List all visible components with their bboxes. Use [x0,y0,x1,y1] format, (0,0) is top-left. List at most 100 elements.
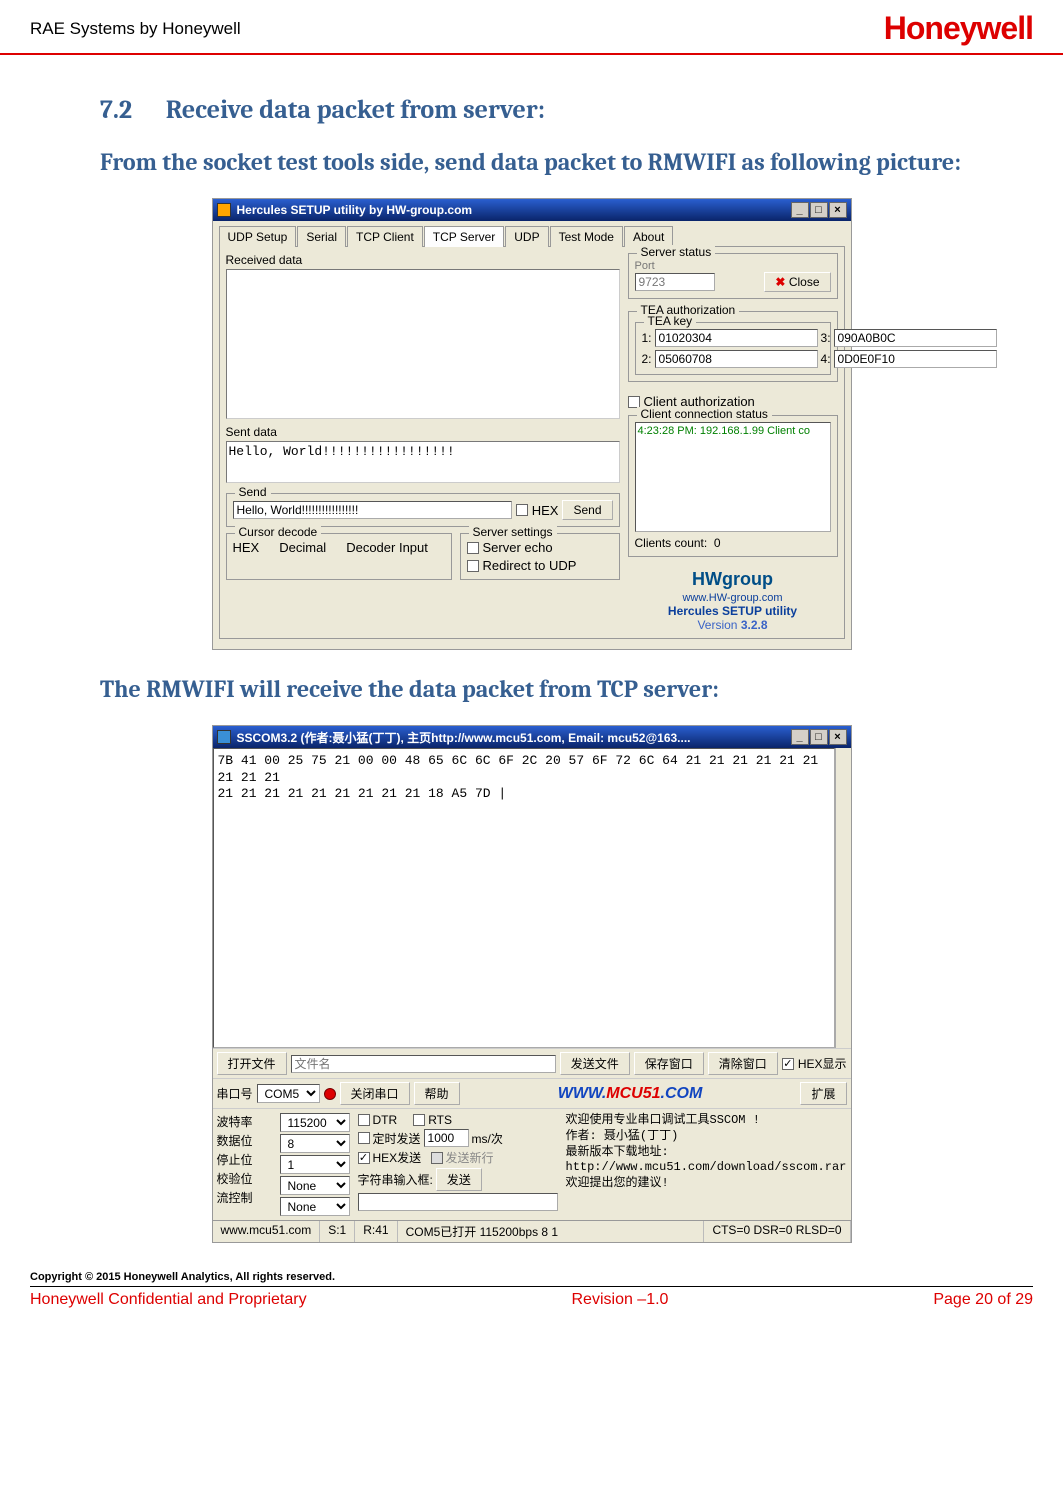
sscom-scrollbar[interactable] [835,748,851,1048]
clear-window-button[interactable]: 清除窗口 [708,1052,778,1075]
close-button[interactable]: × [829,202,847,218]
hercules-tabs: UDP Setup Serial TCP Client TCP Server U… [219,225,845,246]
interval-unit: ms/次 [472,1130,503,1147]
section-title: Receive data packet from server: [166,95,545,125]
send-file-button[interactable]: 发送文件 [560,1052,630,1075]
hercules-titlebar: Hercules SETUP utility by HW-group.com _… [213,199,851,221]
sscom-help-text: 欢迎使用专业串口调试工具SSCOM ! 作者: 聂小猛(丁丁) 最新版本下载地址… [566,1113,847,1216]
status-url: www.mcu51.com [213,1221,321,1242]
tea-k1-input[interactable] [655,329,818,347]
client-list[interactable]: 4:23:28 PM: 192.168.1.99 Client co [635,422,831,532]
sscom-terminal[interactable]: 7B 41 00 25 75 21 00 00 48 65 6C 6C 6F 2… [213,748,835,1048]
maximize-button[interactable]: □ [810,202,828,218]
send2-button[interactable]: 发送 [436,1168,482,1191]
minimize-button[interactable]: _ [791,729,809,745]
sscom-statusbar: www.mcu51.com S:1 R:41 COM5已打开 115200bps… [213,1220,851,1242]
honeywell-logo: Honeywell [884,10,1033,47]
close-button[interactable]: × [829,729,847,745]
file-name-input[interactable] [291,1055,556,1073]
parity-select[interactable]: None [280,1176,350,1195]
dtr-label: DTR [373,1113,398,1127]
mcu-com: .COM [661,1085,703,1102]
status-cts: CTS=0 DSR=0 RLSD=0 [704,1221,850,1242]
tab-about[interactable]: About [624,226,673,247]
hex-send-checkbox[interactable]: ✓ [358,1152,370,1164]
send-newline-label: 发送新行 [446,1149,494,1166]
port-input[interactable] [635,273,715,291]
tab-udp[interactable]: UDP [505,226,548,247]
version-value: 3.2.8 [741,618,768,632]
send-input[interactable] [233,501,512,519]
hercules-util-label: Hercules SETUP utility [628,604,838,618]
cursor-decoder: Decoder Input [346,540,428,555]
sscom-app-icon [217,730,231,744]
page-header: RAE Systems by Honeywell Honeywell [0,0,1063,55]
timed-label: 定时发送 [373,1130,421,1147]
minimize-button[interactable]: _ [791,202,809,218]
clients-count: 0 [714,536,721,550]
dtr-checkbox[interactable] [358,1114,370,1126]
tab-tcp-client[interactable]: TCP Client [347,226,423,247]
maximize-button[interactable]: □ [810,729,828,745]
page-footer: Copyright © 2015 Honeywell Analytics, Al… [0,1271,1063,1319]
send-newline-checkbox[interactable] [431,1152,443,1164]
group-text: group [722,569,773,589]
hercules-app-icon [217,203,231,217]
footer-right: Page 20 of 29 [933,1291,1033,1309]
client-auth-checkbox[interactable] [628,396,640,408]
send-button[interactable]: Send [562,500,612,520]
send-group-label: Send [235,485,271,499]
sent-data-area[interactable]: Hello, World!!!!!!!!!!!!!!!!! [226,441,620,483]
input-label: 字符串输入框: [358,1171,433,1188]
close-port-button[interactable]: 关闭串口 [340,1082,410,1105]
parity-label: 校验位 [217,1170,253,1187]
footer-center: Revision –1.0 [572,1291,669,1309]
tea-k2-input[interactable] [655,350,818,368]
port-label: Port [635,260,831,272]
open-file-button[interactable]: 打开文件 [217,1052,287,1075]
baud-select[interactable]: 115200 [280,1113,350,1132]
tea-k3-input[interactable] [834,329,997,347]
received-data-area[interactable] [226,269,620,419]
stop-select[interactable]: 1 [280,1155,350,1174]
string-input[interactable] [358,1193,558,1211]
hex-checkbox[interactable] [516,504,528,516]
close-icon: ✖ [775,275,785,289]
hex-show-checkbox[interactable]: ✓ [782,1058,794,1070]
com-select[interactable]: COM5 [257,1084,320,1103]
timed-checkbox[interactable] [358,1132,370,1144]
rts-checkbox[interactable] [413,1114,425,1126]
redirect-udp-checkbox[interactable] [467,560,479,572]
redirect-udp-label: Redirect to UDP [483,558,577,573]
tab-udp-setup[interactable]: UDP Setup [219,226,297,247]
version-label: Version [697,618,737,632]
close-server-button[interactable]: ✖ Close [764,272,830,292]
status-s: S:1 [320,1221,355,1242]
extend-button[interactable]: 扩展 [800,1082,846,1105]
tab-tcp-server[interactable]: TCP Server [424,226,504,247]
tab-test-mode[interactable]: Test Mode [550,226,623,247]
data-select[interactable]: 8 [280,1134,350,1153]
cursor-decimal: Decimal [279,540,326,555]
sscom-titlebar: SSCOM3.2 (作者:聂小猛(丁丁), 主页http://www.mcu51… [213,726,851,748]
interval-input[interactable] [424,1129,469,1147]
data-label: 数据位 [217,1132,253,1149]
stop-label: 停止位 [217,1151,253,1168]
tea-k4-input[interactable] [834,350,997,368]
clients-count-label: Clients count: [635,536,708,550]
com-label: 串口号 [217,1085,253,1102]
client-conn-label: Client connection status [637,407,772,421]
hw-url[interactable]: www.HW-group.com [682,592,782,604]
port-status-icon [324,1088,336,1100]
help-button[interactable]: 帮助 [414,1082,460,1105]
server-status-label: Server status [637,245,716,259]
save-window-button[interactable]: 保存窗口 [634,1052,704,1075]
tab-serial[interactable]: Serial [297,226,346,247]
flow-select[interactable]: None [280,1197,350,1216]
mcu-mcu51: MCU51 [606,1085,660,1102]
hw-group-logo: HWgroup www.HW-group.com Hercules SETUP … [628,569,838,632]
section-number: 7.2 [100,95,160,125]
mid-text: The RMWIFI will receive the data packet … [100,668,963,711]
server-echo-checkbox[interactable] [467,542,479,554]
hex-send-label: HEX发送 [373,1149,422,1166]
